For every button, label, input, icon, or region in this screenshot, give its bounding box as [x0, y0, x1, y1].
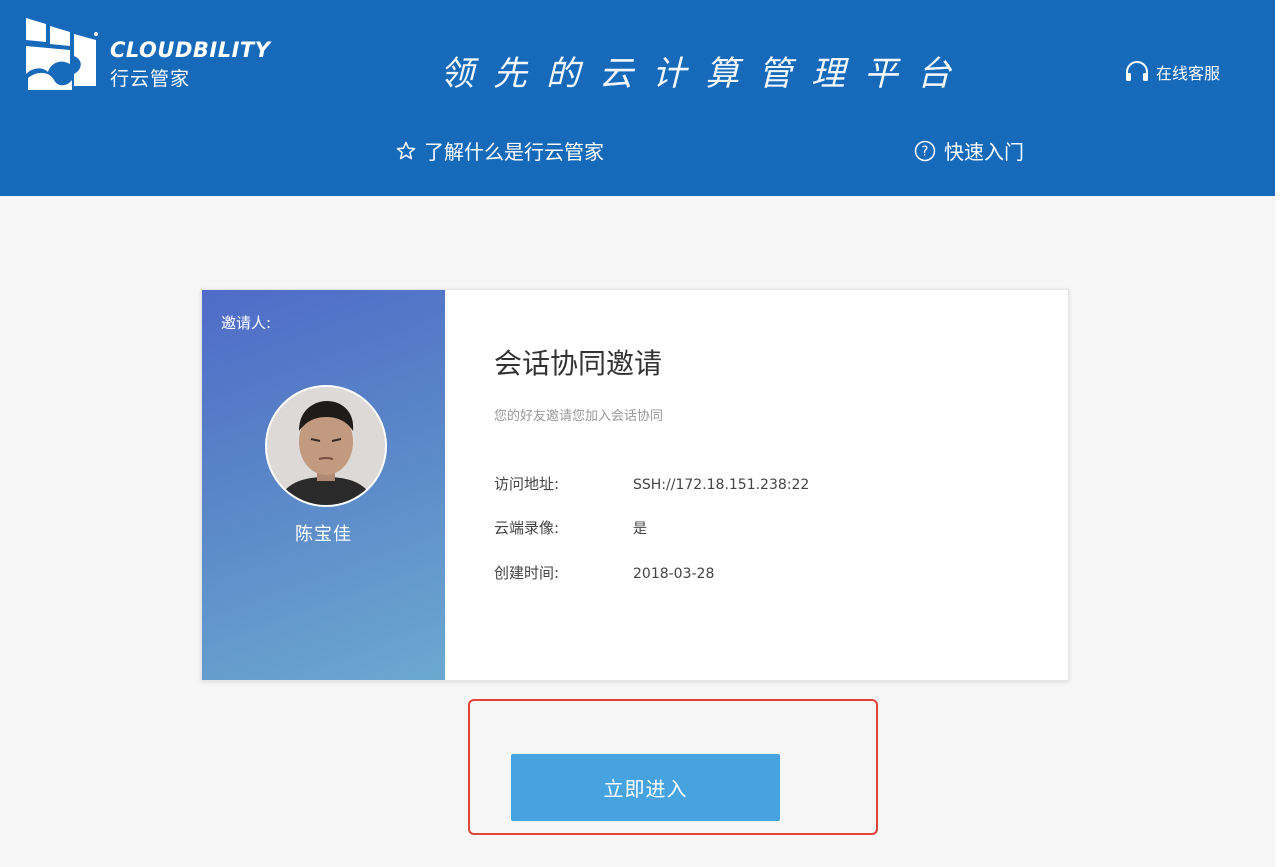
online-service-link[interactable]: 在线客服	[1124, 60, 1220, 84]
brand-english-name: CLOUDBILITY	[110, 38, 271, 62]
inviter-name: 陈宝佳	[295, 524, 352, 545]
nav-quickstart-label: 快速入门	[944, 140, 1024, 164]
brand-chinese-name: 行云管家	[110, 68, 191, 90]
enter-now-button[interactable]: 立即进入	[511, 754, 780, 821]
detail-row-recording: 云端录像: 是	[494, 517, 647, 538]
inviter-label: 邀请人:	[221, 314, 272, 332]
invitation-details: 会话协同邀请 您的好友邀请您加入会话协同 访问地址: SSH://172.18.1…	[445, 290, 1068, 680]
created-time-label: 创建时间:	[494, 564, 560, 582]
address-value: SSH://172.18.151.238:22	[633, 477, 810, 493]
avatar-portrait-icon	[267, 387, 385, 505]
logo-mark-icon	[26, 18, 98, 90]
inviter-panel: 邀请人: 陈宝佳	[202, 290, 445, 680]
detail-row-address: 访问地址: SSH://172.18.151.238:22	[494, 473, 809, 494]
nav-quickstart-link[interactable]: ? 快速入门	[914, 136, 1024, 165]
recording-label: 云端录像:	[494, 519, 560, 537]
right-edge-strip	[1275, 0, 1280, 867]
nav-about-label: 了解什么是行云管家	[424, 140, 604, 164]
created-time-value: 2018-03-28	[633, 566, 715, 582]
star-icon	[396, 141, 416, 161]
slogan: 领先的云计算管理平台	[440, 54, 970, 94]
address-label: 访问地址:	[494, 475, 560, 493]
avatar	[265, 385, 387, 507]
headset-icon	[1126, 61, 1148, 81]
invitation-card: 邀请人: 陈宝佳 会话协同邀请 您的好友邀请您加入会话协同 访问地址: SSH:/…	[201, 289, 1069, 681]
cloudbility-logo[interactable]: CLOUDBILITY 行云管家	[24, 12, 294, 92]
invitation-subtitle: 您的好友邀请您加入会话协同	[494, 409, 664, 424]
recording-value: 是	[633, 521, 647, 537]
question-circle-icon: ?	[914, 140, 936, 162]
online-service-label: 在线客服	[1156, 64, 1221, 83]
top-banner: CLOUDBILITY 行云管家 领先的云计算管理平台 在线客服 了解什么是行云…	[0, 0, 1275, 196]
detail-row-created: 创建时间: 2018-03-28	[494, 562, 714, 583]
svg-text:?: ?	[922, 144, 929, 159]
nav-about-link[interactable]: 了解什么是行云管家	[396, 136, 604, 165]
invitation-title: 会话协同邀请	[494, 347, 663, 380]
